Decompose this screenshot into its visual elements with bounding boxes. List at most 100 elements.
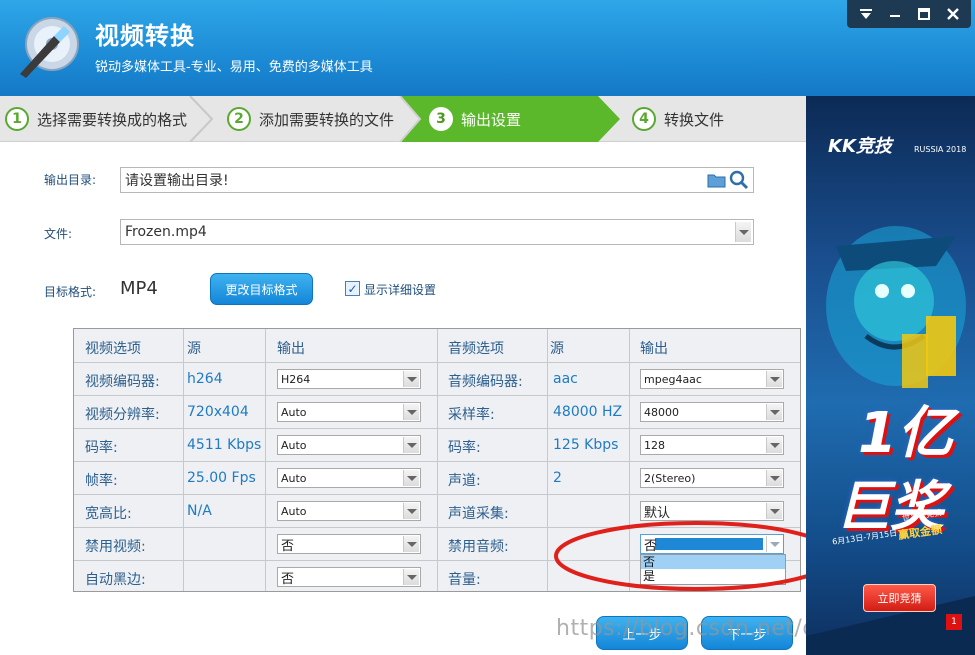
folder-icon[interactable]	[707, 171, 727, 189]
chevron-down-icon	[766, 470, 782, 486]
chevron-down-icon	[403, 470, 419, 486]
video-bitrate-select[interactable]: Auto	[277, 435, 421, 455]
step-number: 1	[5, 107, 29, 131]
ad-game-logo: KK竞技	[828, 136, 892, 157]
video-resolution-source: 720x404	[187, 404, 249, 420]
file-value: Frozen.mp4	[125, 224, 207, 240]
chevron-down-icon	[403, 536, 419, 552]
ad-headline-1: 1亿	[858, 401, 953, 466]
frame-rate-source: 25.00 Fps	[187, 470, 256, 486]
step-number: 2	[227, 107, 251, 131]
chevron-down-icon	[766, 404, 782, 420]
change-format-button[interactable]: 更改目标格式	[210, 273, 313, 305]
audio-bitrate-label: 码率:	[448, 440, 481, 456]
frame-rate-label: 帧率:	[85, 473, 118, 489]
video-bitrate-label: 码率:	[85, 440, 118, 456]
sample-rate-select[interactable]: 48000	[640, 402, 784, 422]
chevron-down-icon	[403, 437, 419, 453]
step-number: 3	[429, 107, 453, 131]
minimize-icon[interactable]	[883, 3, 907, 25]
aspect-ratio-select[interactable]: Auto	[277, 501, 421, 521]
disable-video-label: 禁用视频:	[85, 539, 146, 555]
header-video-output: 输出	[277, 341, 305, 357]
step-select-format[interactable]: 1 选择需要转换成的格式	[5, 96, 187, 142]
wizard-steps: 1 选择需要转换成的格式 2 添加需要转换的文件 3 输出设置 4 转换文件	[0, 96, 806, 142]
select-value: Auto	[281, 405, 307, 419]
select-value: Auto	[281, 504, 307, 518]
aspect-ratio-source: N/A	[187, 503, 212, 519]
ad-artwork	[806, 226, 975, 655]
ad-cta-button[interactable]: 立即竞猜	[863, 584, 936, 612]
file-select[interactable]: Frozen.mp4	[120, 219, 754, 245]
select-value: 否	[644, 538, 658, 554]
search-icon[interactable]	[729, 170, 749, 190]
select-value: 128	[644, 438, 665, 452]
video-encoder-select[interactable]: H264	[277, 369, 421, 389]
step-label: 添加需要转换的文件	[259, 110, 395, 129]
audio-encoder-source: aac	[553, 371, 578, 387]
app-subtitle: 锐动多媒体工具-专业、易用、免费的多媒体工具	[95, 60, 373, 75]
header-video-source: 源	[187, 341, 201, 357]
maximize-icon[interactable]	[912, 3, 936, 25]
video-resolution-label: 视频分辨率:	[85, 407, 160, 423]
ad-close-icon[interactable]: 1	[946, 614, 962, 630]
select-value: 否	[281, 571, 295, 587]
select-value: 48000	[644, 405, 679, 419]
select-value: Auto	[281, 438, 307, 452]
sample-rate-label: 采样率:	[448, 407, 495, 423]
auto-letterbox-select[interactable]: 否	[277, 567, 421, 587]
chevron-down-icon	[766, 437, 782, 453]
menu-icon[interactable]	[854, 3, 878, 25]
disable-video-select[interactable]: 否	[277, 534, 421, 554]
output-dir-value: 请设置输出目录!	[125, 173, 229, 189]
chevron-down-icon	[403, 569, 419, 585]
audio-bitrate-source: 125 Kbps	[553, 437, 619, 453]
header-audio-output: 输出	[640, 341, 668, 357]
step-label: 选择需要转换成的格式	[37, 110, 188, 129]
select-value: Auto	[281, 471, 307, 485]
select-value: 否	[281, 538, 295, 554]
window-controls	[847, 0, 971, 28]
frame-rate-select[interactable]: Auto	[277, 468, 421, 488]
target-format-label: 目标格式:	[44, 285, 97, 299]
step-convert-files[interactable]: 4 转换文件	[632, 96, 724, 142]
step-label: 转换文件	[664, 110, 725, 129]
aspect-ratio-label: 宽高比:	[85, 506, 132, 522]
select-value: mpeg4aac	[644, 372, 702, 386]
ad-event: RUSSIA 2018	[914, 145, 967, 154]
header-video-options: 视频选项	[85, 341, 141, 357]
video-bitrate-source: 4511 Kbps	[187, 437, 262, 453]
output-dir-label: 输出目录:	[44, 173, 97, 187]
header-audio-source: 源	[550, 341, 564, 357]
audio-encoder-select[interactable]: mpeg4aac	[640, 369, 784, 389]
audio-bitrate-select[interactable]: 128	[640, 435, 784, 455]
app-title: 视频转换	[95, 22, 195, 50]
channels-source: 2	[553, 470, 562, 486]
chevron-down-icon	[766, 503, 782, 519]
channels-select[interactable]: 2(Stereo)	[640, 468, 784, 488]
show-details-checkbox[interactable]: ✓	[345, 281, 360, 296]
chevron-down-icon	[766, 371, 782, 387]
file-label: 文件:	[44, 227, 73, 241]
step-add-files[interactable]: 2 添加需要转换的文件	[227, 96, 394, 142]
chevron-down-icon	[403, 503, 419, 519]
select-value: H264	[281, 372, 311, 386]
video-encoder-source: h264	[187, 371, 223, 387]
output-dir-input[interactable]: 请设置输出目录!	[120, 167, 754, 193]
disable-audio-label: 禁用音频:	[448, 539, 509, 555]
target-format-value: MP4	[120, 278, 158, 299]
chevron-down-icon[interactable]	[735, 222, 751, 242]
channel-capture-label: 声道采集:	[448, 506, 509, 522]
video-encoder-label: 视频编码器:	[85, 374, 160, 390]
channels-label: 声道:	[448, 473, 481, 489]
video-resolution-select[interactable]: Auto	[277, 402, 421, 422]
header-audio-options: 音频选项	[448, 341, 504, 357]
step-number: 4	[632, 107, 656, 131]
volume-label: 音量:	[448, 572, 481, 588]
app-logo-icon	[20, 17, 79, 78]
ad-banner[interactable]: KK竞技 RUSSIA 2018 1亿 巨奖 世界杯竞猜 6月13日-7月15日…	[806, 96, 975, 655]
close-icon[interactable]	[941, 3, 965, 25]
app-header: 视频转换 锐动多媒体工具-专业、易用、免费的多媒体工具	[0, 0, 975, 96]
step-output-settings[interactable]: 3 输出设置	[429, 96, 521, 142]
sample-rate-source: 48000 HZ	[553, 404, 623, 420]
